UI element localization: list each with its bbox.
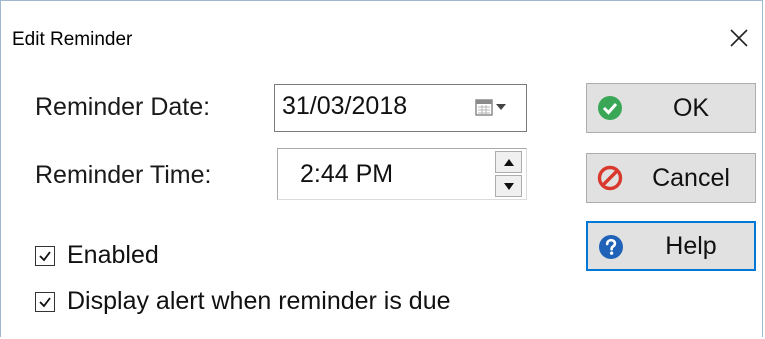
checkmark-icon <box>39 296 51 307</box>
cancel-button[interactable]: Cancel <box>586 153 756 203</box>
display-alert-option[interactable]: Display alert when reminder is due <box>35 287 451 316</box>
reminder-time-label: Reminder Time: <box>35 161 212 189</box>
display-alert-checkbox[interactable] <box>35 291 55 312</box>
calendar-dropdown-icon[interactable] <box>474 97 518 119</box>
time-up-button[interactable] <box>495 151 522 173</box>
reminder-time-field[interactable]: 2:44 PM <box>277 148 527 200</box>
checkmark-icon <box>39 250 51 261</box>
close-icon <box>730 29 748 47</box>
reminder-date-value: 31/03/2018 <box>282 92 408 120</box>
chevron-down-icon <box>503 182 514 190</box>
help-button[interactable]: Help <box>586 221 756 271</box>
ok-button-label: OK <box>672 93 710 122</box>
reminder-date-picker[interactable]: 31/03/2018 <box>274 84 527 132</box>
time-down-button[interactable] <box>495 175 522 197</box>
help-button-label: Help <box>665 231 717 260</box>
enabled-option[interactable]: Enabled <box>35 241 159 270</box>
no-entry-icon <box>597 165 623 191</box>
cancel-button-label: Cancel <box>652 163 730 192</box>
dialog-title: Edit Reminder <box>12 29 133 50</box>
enabled-label: Enabled <box>67 241 159 269</box>
enabled-checkbox[interactable] <box>35 245 55 266</box>
display-alert-label: Display alert when reminder is due <box>67 287 451 315</box>
checkmark-circle-icon <box>598 96 622 120</box>
reminder-date-label: Reminder Date: <box>35 93 211 121</box>
chevron-up-icon <box>503 158 514 166</box>
edit-reminder-dialog: Edit Reminder Reminder Date: 31/03/2018 … <box>0 0 763 337</box>
question-circle-icon <box>599 235 623 259</box>
reminder-time-value: 2:44 PM <box>300 160 394 188</box>
close-button[interactable] <box>719 21 759 55</box>
ok-button[interactable]: OK <box>586 83 756 133</box>
time-spinner <box>495 151 522 197</box>
